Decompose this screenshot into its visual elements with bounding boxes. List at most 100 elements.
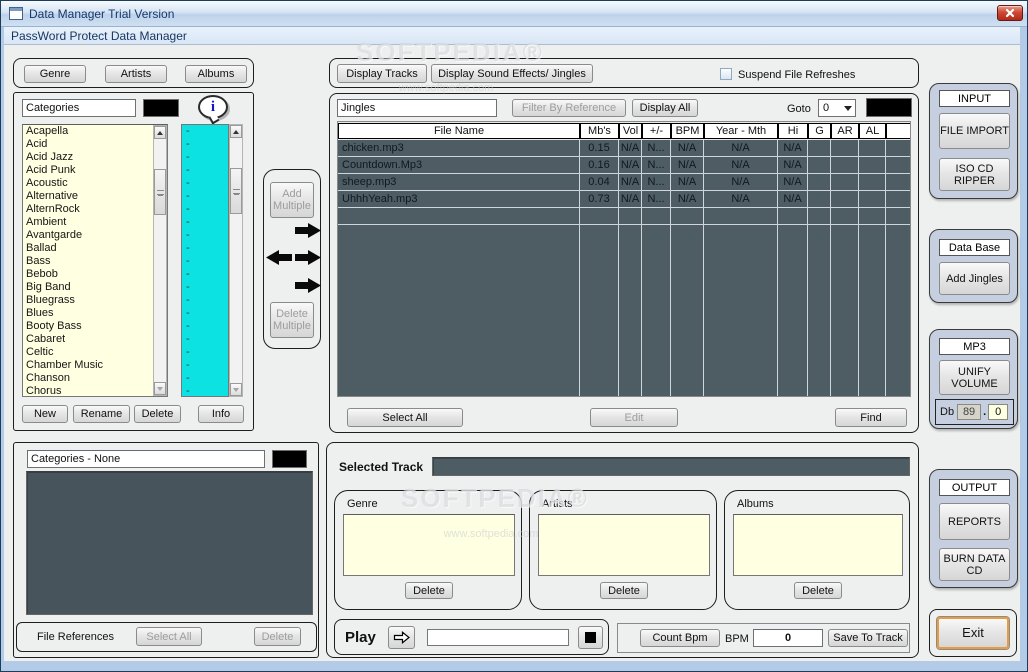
genre-list-item[interactable]: Big Band [23,281,153,294]
table-cell[interactable]: sheep.mp3 [338,174,580,190]
table-cell[interactable]: N/A [619,157,642,173]
count-list-item[interactable]: - [182,242,228,255]
close-button[interactable] [997,5,1023,21]
column-header[interactable] [886,123,910,139]
goto-select[interactable]: 0 [818,99,856,117]
scroll-up-button[interactable] [154,126,166,139]
table-cell[interactable]: 0.73 [580,191,619,207]
categories-title-field[interactable]: Categories [22,99,136,117]
column-header[interactable]: BPM [671,123,704,139]
column-header[interactable]: AR [831,123,859,139]
table-cell[interactable]: N/A [619,174,642,190]
count-list-item[interactable]: - [182,190,228,203]
search-field[interactable]: Jingles [337,99,497,117]
artists-tab-button[interactable]: Artists [105,65,167,83]
table-cell[interactable] [859,140,886,156]
scroll-down-button[interactable] [154,382,166,395]
count-list-item[interactable]: - [182,268,228,281]
table-cell[interactable] [831,174,859,190]
selected-albums-listbox[interactable] [733,514,903,576]
table-cell[interactable] [808,157,831,173]
count-list-item[interactable]: - [182,333,228,346]
file-import-button[interactable]: FILE IMPORT [939,113,1010,149]
add-multiple-button[interactable]: Add Multiple [270,182,314,218]
table-cell[interactable]: N/A [704,157,778,173]
table-cell[interactable]: N... [642,174,671,190]
delete-multiple-button[interactable]: Delete Multiple [270,302,314,338]
genre-list-item[interactable]: Celtic [23,346,153,359]
count-list-item[interactable]: - [182,216,228,229]
table-cell[interactable] [886,157,910,173]
count-list-item[interactable]: - [182,125,228,138]
table-cell[interactable] [859,157,886,173]
delete-reference-button[interactable]: Delete [254,627,301,646]
genre-list-item[interactable]: Acid [23,138,153,151]
info-button[interactable]: Info [198,405,244,423]
table-cell[interactable]: N/A [778,157,808,173]
table-cell[interactable] [831,157,859,173]
references-title-field[interactable]: Categories - None [27,450,265,468]
save-to-track-button[interactable]: Save To Track [828,629,908,647]
selected-artists-listbox[interactable] [538,514,710,576]
count-list-scrollbar[interactable] [229,124,243,397]
delete-selected-artist-button[interactable]: Delete [600,582,648,599]
count-list-item[interactable]: - [182,294,228,307]
table-row[interactable]: sheep.mp3 0.04 N/A N... N/A N/A N/A [338,174,910,191]
table-row[interactable]: chicken.mp3 0.15 N/A N... N/A N/A N/A [338,140,910,157]
count-list-item[interactable]: - [182,385,228,396]
display-tracks-button[interactable]: Display Tracks [337,64,427,83]
table-cell[interactable] [859,174,886,190]
add-jingles-button[interactable]: Add Jingles [939,262,1010,295]
select-all-tracks-button[interactable]: Select All [347,408,463,427]
table-row[interactable]: Countdown.Mp3 0.16 N/A N... N/A N/A N/A [338,157,910,174]
genre-list-item[interactable]: Cabaret [23,333,153,346]
db-decimal-field[interactable]: 0 [988,404,1009,420]
unify-volume-button[interactable]: UNIFY VOLUME [939,360,1010,395]
table-cell[interactable]: 0.15 [580,140,619,156]
display-sound-effects-button[interactable]: Display Sound Effects/ Jingles [431,64,593,83]
table-cell[interactable]: N... [642,140,671,156]
count-bpm-button[interactable]: Count Bpm [640,629,720,647]
table-cell[interactable] [831,140,859,156]
table-cell[interactable]: N/A [704,191,778,207]
stop-button[interactable] [578,626,603,649]
count-list-item[interactable]: - [182,203,228,216]
table-cell[interactable]: 0.04 [580,174,619,190]
table-cell[interactable]: 0.16 [580,157,619,173]
table-cell[interactable]: UhhhYeah.mp3 [338,191,580,207]
play-button[interactable] [388,626,415,649]
table-cell[interactable]: N/A [619,191,642,207]
count-list-item[interactable]: - [182,164,228,177]
table-cell[interactable]: chicken.mp3 [338,140,580,156]
table-cell[interactable]: N/A [704,140,778,156]
delete-selected-album-button[interactable]: Delete [794,582,842,599]
genre-tab-button[interactable]: Genre [24,65,86,83]
table-row[interactable]: UhhhYeah.mp3 0.73 N/A N... N/A N/A N/A [338,191,910,208]
display-all-button[interactable]: Display All [632,99,698,117]
select-all-references-button[interactable]: Select All [136,627,202,646]
table-cell[interactable]: N... [642,191,671,207]
genre-list-item[interactable]: Ballad [23,242,153,255]
rename-button[interactable]: Rename [73,405,130,423]
table-cell[interactable]: N/A [619,140,642,156]
table-cell[interactable]: N... [642,157,671,173]
exit-button[interactable]: Exit [937,617,1009,649]
scroll-track[interactable] [230,138,242,383]
info-balloon-icon[interactable]: i [198,95,228,119]
table-cell[interactable] [886,191,910,207]
table-cell[interactable]: Countdown.Mp3 [338,157,580,173]
count-list-item[interactable]: - [182,281,228,294]
menu-item-password-protect[interactable]: PassWord Protect Data Manager [11,29,187,43]
scroll-down-button[interactable] [230,383,242,396]
table-cell[interactable]: N/A [704,174,778,190]
table-cell[interactable]: N/A [778,191,808,207]
delete-category-button[interactable]: Delete [134,405,181,423]
genre-list-item[interactable]: Bebob [23,268,153,281]
table-cell[interactable]: N/A [778,140,808,156]
count-list-item[interactable]: - [182,359,228,372]
table-cell[interactable] [808,191,831,207]
count-list-item[interactable]: - [182,307,228,320]
column-header[interactable]: Hi [778,123,808,139]
count-list-item[interactable]: - [182,177,228,190]
genre-list-item[interactable]: Bluegrass [23,294,153,307]
